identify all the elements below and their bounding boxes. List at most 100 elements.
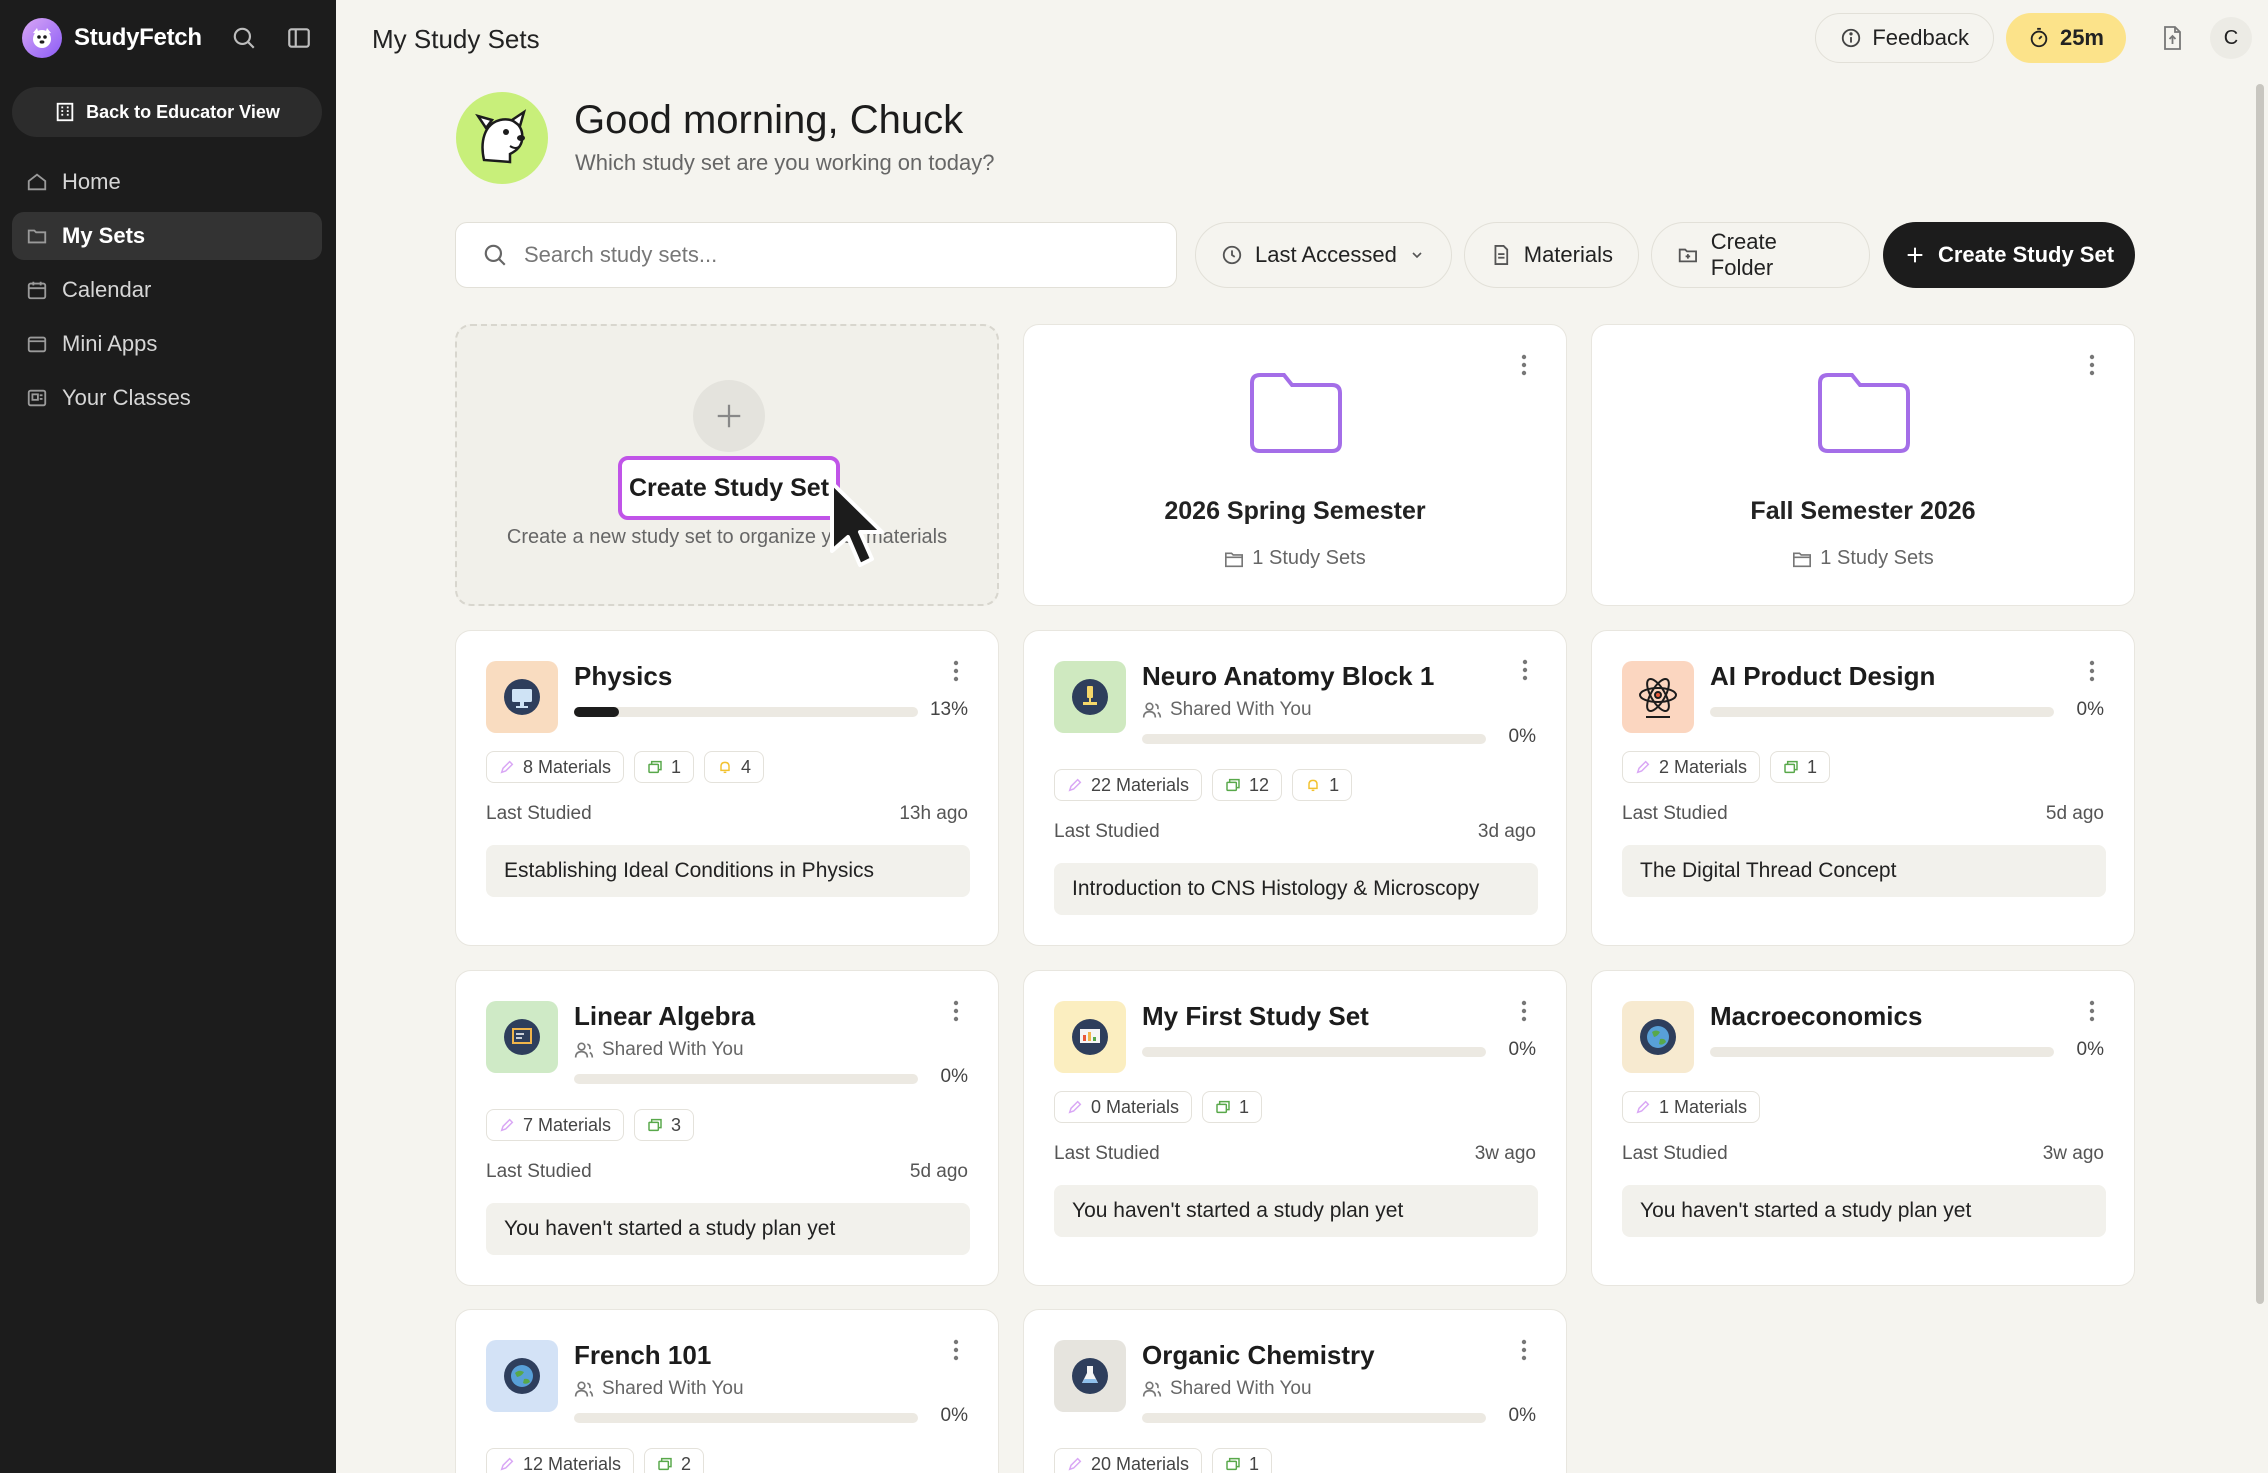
flashcards-count: 1 [671, 756, 682, 777]
more-options-icon[interactable] [1512, 351, 1536, 379]
materials-label: Materials [1523, 242, 1613, 267]
study-plan-box[interactable]: Establishing Ideal Conditions in Physics [486, 845, 970, 897]
create-study-set-button[interactable]: Create Study Set [1883, 222, 2135, 288]
sidebar-item-your-classes[interactable]: Your Classes [12, 374, 322, 422]
materials-chip: 12 Materials [486, 1448, 635, 1473]
create-folder-button[interactable]: Create Folder [1651, 222, 1870, 288]
more-options-icon[interactable] [2080, 351, 2104, 379]
study-plan-box[interactable]: The Digital Thread Concept [1622, 845, 2106, 897]
globe-icon [1622, 1001, 1694, 1073]
back-to-educator-label: Back to Educator View [86, 101, 280, 122]
study-set-card[interactable]: Linear Algebra Shared With You 0% 7 Mate… [455, 970, 999, 1286]
folder-small-icon [1793, 551, 1812, 567]
materials-count: 1 Materials [1659, 1096, 1748, 1117]
set-title: Physics [574, 661, 673, 691]
materials-chip: 2 Materials [1622, 751, 1761, 783]
last-studied-value: 3d ago [1477, 821, 1536, 842]
more-options-icon[interactable] [944, 657, 968, 685]
pencil-icon [500, 1457, 514, 1471]
back-to-educator-button[interactable]: Back to Educator View [12, 87, 322, 137]
presentation-icon [1054, 1001, 1126, 1073]
pencil-icon [1636, 760, 1650, 774]
set-title: AI Product Design [1710, 661, 1936, 691]
sidebar-item-my-sets[interactable]: My Sets [12, 212, 322, 260]
audio-count: 4 [741, 756, 752, 777]
study-set-card[interactable]: My First Study Set 0% 0 Materials 1 Last… [1023, 970, 1567, 1286]
study-plan-box[interactable]: You haven't started a study plan yet [1622, 1185, 2106, 1237]
search-input[interactable] [524, 242, 1144, 268]
more-options-icon[interactable] [1512, 997, 1536, 1025]
timer-icon [2030, 27, 2048, 48]
pencil-icon [1068, 778, 1082, 792]
upload-file-icon[interactable] [2152, 18, 2192, 58]
materials-count: 20 Materials [1091, 1453, 1190, 1473]
study-timer-button[interactable]: 25m [2005, 13, 2126, 63]
folder-icon [1246, 369, 1346, 462]
cards-icon [648, 1118, 662, 1132]
study-plan-box[interactable]: You haven't started a study plan yet [486, 1203, 970, 1255]
create-card-title[interactable]: Create Study Set [618, 456, 840, 520]
progress-percent: 0% [1508, 1405, 1536, 1426]
last-studied-label: Last Studied [1622, 1143, 1728, 1164]
greeting-title: Good morning, Chuck [574, 98, 964, 142]
progress-bar [574, 707, 918, 717]
sidebar: StudyFetch Back to Educator View Home My… [0, 0, 336, 1473]
progress-percent: 0% [2076, 699, 2104, 720]
study-set-card[interactable]: Macroeconomics 0% 1 Materials Last Studi… [1591, 970, 2135, 1286]
more-options-icon[interactable] [2080, 657, 2104, 685]
progress-bar [1710, 707, 2054, 717]
apps-icon [27, 336, 47, 353]
sidebar-item-calendar[interactable]: Calendar [12, 266, 322, 314]
page-scrollbar[interactable] [2256, 84, 2264, 1304]
materials-chip: 0 Materials [1054, 1091, 1193, 1123]
sidebar-toggle-icon[interactable] [283, 22, 315, 54]
audio-chip: 4 [704, 751, 765, 783]
more-options-icon[interactable] [1512, 1336, 1536, 1364]
brand[interactable]: StudyFetch [22, 18, 202, 58]
shared-indicator: Shared With You [1142, 699, 1312, 721]
create-study-set-card[interactable]: Create Study Set Create a new study set … [455, 324, 999, 606]
study-set-card[interactable]: French 101 Shared With You 0% 12 Materia… [455, 1309, 999, 1473]
study-set-card[interactable]: Organic Chemistry Shared With You 0% 20 … [1023, 1309, 1567, 1473]
pencil-icon [1636, 1100, 1650, 1114]
study-plan-box[interactable]: Introduction to CNS Histology & Microsco… [1054, 863, 1538, 915]
study-set-card[interactable]: Neuro Anatomy Block 1 Shared With You 0%… [1023, 630, 1567, 946]
set-stats: 0 Materials 1 [1054, 1091, 1263, 1123]
search-bar[interactable] [455, 222, 1177, 288]
more-options-icon[interactable] [944, 997, 968, 1025]
search-icon[interactable] [228, 22, 260, 54]
folder-card[interactable]: 2026 Spring Semester 1 Study Sets [1023, 324, 1567, 606]
sort-dropdown[interactable]: Last Accessed [1195, 222, 1452, 288]
last-studied-label: Last Studied [1622, 803, 1728, 824]
materials-count: 2 Materials [1659, 756, 1748, 777]
materials-button[interactable]: Materials [1464, 222, 1639, 288]
sidebar-item-mini-apps[interactable]: Mini Apps [12, 320, 322, 368]
folder-card[interactable]: Fall Semester 2026 1 Study Sets [1591, 324, 2135, 606]
add-set-plus-icon[interactable] [693, 380, 765, 452]
cards-icon [1226, 778, 1240, 792]
materials-count: 7 Materials [523, 1114, 612, 1135]
chevron-down-icon [1412, 252, 1422, 259]
home-icon [27, 173, 47, 191]
progress-bar [574, 1413, 918, 1423]
folder-icon [27, 229, 47, 244]
feedback-button[interactable]: Feedback [1815, 13, 1994, 63]
more-options-icon[interactable] [2080, 997, 2104, 1025]
flashcards-count: 3 [671, 1114, 682, 1135]
more-options-icon[interactable] [1513, 656, 1537, 684]
materials-chip: 8 Materials [486, 751, 625, 783]
set-stats: 2 Materials 1 [1622, 751, 1831, 783]
study-plan-box[interactable]: You haven't started a study plan yet [1054, 1185, 1538, 1237]
progress-bar [1710, 1047, 2054, 1057]
sidebar-item-label: Calendar [62, 277, 152, 302]
more-options-icon[interactable] [944, 1336, 968, 1364]
study-set-card[interactable]: AI Product Design 0% 2 Materials 1 Last … [1591, 630, 2135, 946]
set-title: Macroeconomics [1710, 1001, 1923, 1031]
last-studied-label: Last Studied [1054, 821, 1160, 842]
sidebar-item-home[interactable]: Home [12, 158, 322, 206]
user-avatar[interactable]: C [2210, 17, 2252, 59]
chalkboard-icon [486, 1001, 558, 1073]
shared-label: Shared With You [1170, 1378, 1312, 1399]
folder-title: 2026 Spring Semester [1164, 497, 1426, 525]
study-set-card[interactable]: Physics 13% 8 Materials 1 4 Last Studied… [455, 630, 999, 946]
